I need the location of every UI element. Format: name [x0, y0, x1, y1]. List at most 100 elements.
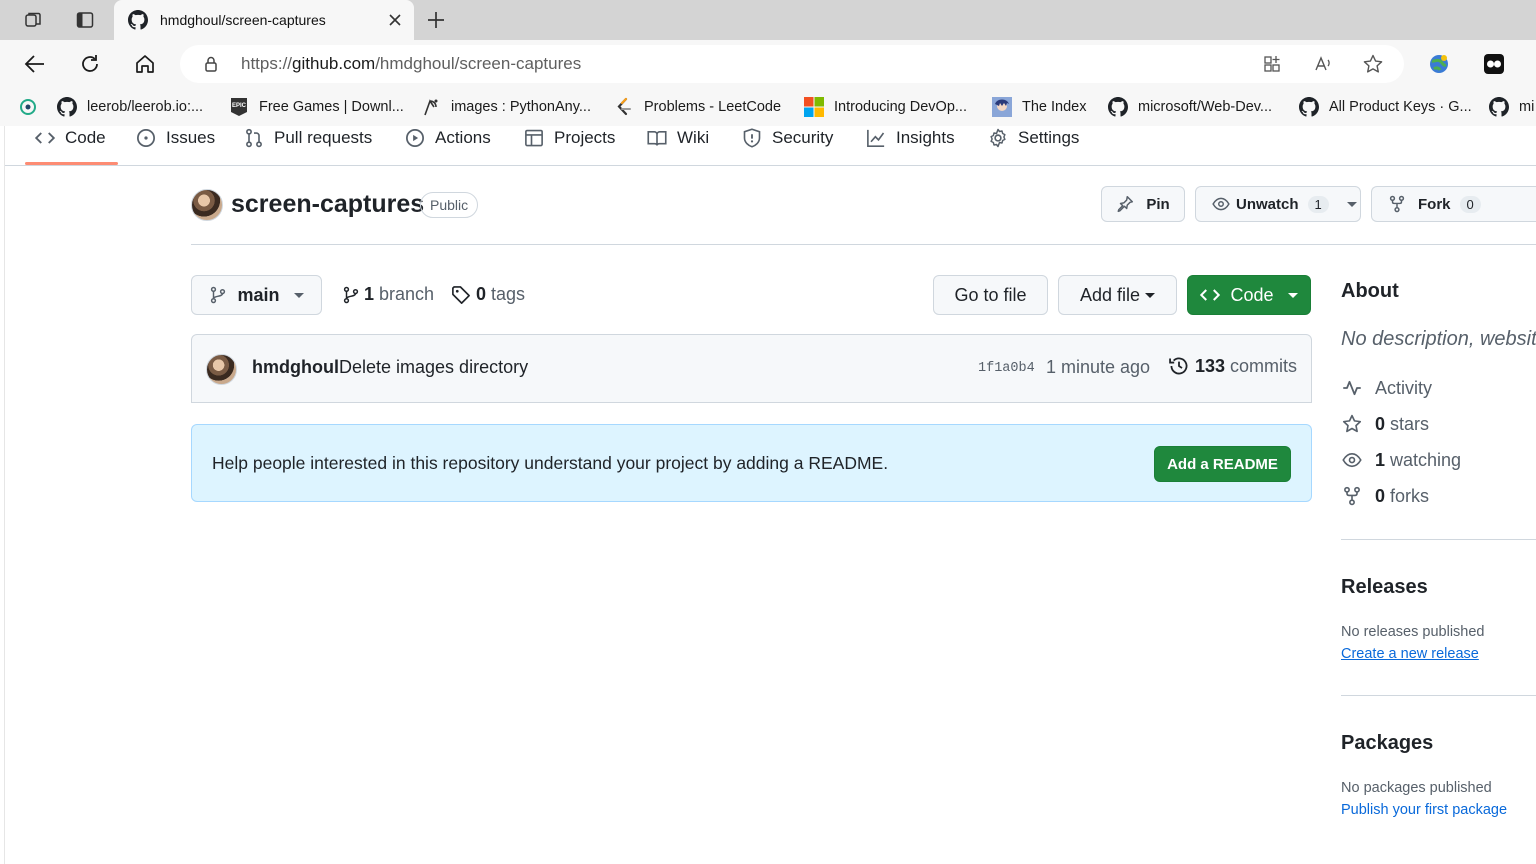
bookmark-devops[interactable]: Introducing DevOp...: [804, 97, 967, 117]
tab-projects[interactable]: Projects: [524, 126, 615, 150]
header-divider: [191, 244, 1536, 245]
bookmark-leetcode[interactable]: Problems - LeetCode: [614, 97, 781, 117]
commit-author[interactable]: hmdghoul: [252, 357, 339, 378]
watch-counter: 1: [1307, 195, 1329, 213]
readme-banner: Help people interested in this repositor…: [191, 424, 1312, 502]
pin-label: Pin: [1146, 195, 1170, 213]
workspaces-icon[interactable]: [17, 6, 49, 34]
branches-link[interactable]: 1 branch: [342, 284, 434, 305]
bookmark-product-keys[interactable]: All Product Keys · G...: [1299, 97, 1472, 117]
add-readme-label: Add a README: [1167, 455, 1278, 473]
favorite-star-icon[interactable]: [1361, 52, 1385, 76]
tab-insights[interactable]: Insights: [866, 126, 955, 150]
tags-link[interactable]: 0 tags: [451, 284, 525, 305]
bookmark-the-index[interactable]: The Index: [992, 97, 1087, 117]
vertical-tabs-icon[interactable]: [69, 6, 101, 34]
bookmark-epic-games[interactable]: EPIC Free Games | Downl...: [229, 97, 404, 117]
app-available-icon[interactable]: [1260, 52, 1284, 76]
add-file-button[interactable]: Add file: [1058, 275, 1177, 315]
commits-link[interactable]: 133 commits: [1168, 355, 1297, 377]
address-bar[interactable]: https://github.com/hmdghoul/screen-captu…: [180, 45, 1404, 83]
tag-icon: [451, 285, 471, 305]
publish-package-link[interactable]: Publish your first package: [1341, 802, 1507, 818]
browser-tab-active[interactable]: hmdghoul/screen-captures: [114, 0, 414, 40]
tab-settings[interactable]: Settings: [988, 126, 1079, 150]
tab-pull-requests[interactable]: Pull requests: [244, 126, 372, 150]
commit-author-avatar[interactable]: [206, 354, 237, 385]
watching-count: 1: [1375, 449, 1386, 470]
add-file-label: Add file: [1079, 284, 1141, 305]
pin-button[interactable]: Pin: [1101, 186, 1185, 222]
activity-link[interactable]: Activity: [1341, 377, 1432, 399]
book-icon: [647, 128, 667, 148]
watching-link[interactable]: 1 watching: [1341, 449, 1461, 471]
stars-link[interactable]: 0 stars: [1341, 413, 1429, 435]
commit-message[interactable]: Delete images directory: [339, 357, 528, 378]
new-tab-button[interactable]: [420, 5, 452, 35]
packages-title[interactable]: Packages: [1341, 732, 1433, 755]
sidebar-divider: [1341, 539, 1536, 540]
bookmarks-bar: leerob/leerob.io:... EPIC Free Games | D…: [0, 88, 1536, 126]
eye-icon: [1212, 195, 1230, 213]
bookmark-label: Free Games | Downl...: [259, 99, 404, 115]
add-readme-button[interactable]: Add a README: [1154, 446, 1291, 482]
bookmark-pythonanywhere[interactable]: images : PythonAny...: [421, 97, 591, 117]
bookmark-label: images : PythonAny...: [451, 99, 591, 115]
tab-security[interactable]: Security: [742, 126, 833, 150]
avatar[interactable]: [191, 189, 223, 221]
tab-code[interactable]: Code: [35, 126, 106, 150]
repo-name[interactable]: screen-captures: [231, 190, 424, 219]
lock-icon[interactable]: [202, 55, 220, 78]
github-icon: [57, 97, 77, 117]
pulse-icon: [1341, 377, 1363, 399]
bookmark-label: All Product Keys · G...: [1329, 99, 1472, 115]
extension-globe-icon[interactable]: [1425, 50, 1453, 78]
releases-title[interactable]: Releases: [1341, 576, 1428, 599]
bookmark-site-icon[interactable]: [18, 97, 38, 117]
branch-select-button[interactable]: main: [191, 275, 322, 315]
bookmark-leerob[interactable]: leerob/leerob.io:...: [57, 97, 203, 117]
tab-security-label: Security: [772, 128, 834, 147]
url-domain: github.com: [292, 54, 376, 73]
refresh-button[interactable]: [74, 48, 106, 80]
home-icon: [136, 55, 154, 73]
extension-dark-icon[interactable]: [1480, 50, 1508, 78]
github-icon: [1108, 97, 1128, 117]
close-tab-icon[interactable]: [380, 5, 410, 35]
tab-pulls-label: Pull requests: [274, 128, 373, 147]
forks-count: 0: [1375, 485, 1386, 506]
back-button[interactable]: [19, 48, 51, 80]
tab-issues[interactable]: Issues: [136, 126, 215, 150]
tab-wiki[interactable]: Wiki: [647, 126, 709, 150]
branch-count: 1: [364, 284, 375, 304]
chevron-down-icon: [1145, 292, 1156, 298]
forks-link[interactable]: 0 forks: [1341, 485, 1429, 507]
branch-label: branch: [379, 284, 435, 304]
browser-toolbar: https://github.com/hmdghoul/screen-captu…: [0, 40, 1536, 88]
repo-sidebar: About No description, website Activity 0…: [1341, 126, 1536, 864]
tab-actions[interactable]: Actions: [405, 126, 491, 150]
create-release-link[interactable]: Create a new release: [1341, 646, 1479, 662]
bookmark-label: The Index: [1022, 99, 1087, 115]
unwatch-button[interactable]: Unwatch 1: [1195, 186, 1361, 222]
anime-icon: [992, 97, 1012, 117]
home-button[interactable]: [129, 48, 161, 80]
tab-title: hmdghoul/screen-captures: [160, 12, 326, 28]
bookmark-label: microsoft/Web-Dev...: [1138, 99, 1273, 115]
github-icon: [128, 10, 148, 30]
go-to-file-button[interactable]: Go to file: [933, 275, 1048, 315]
read-aloud-icon[interactable]: [1311, 52, 1335, 76]
code-button[interactable]: Code: [1187, 275, 1311, 315]
code-icon: [1200, 285, 1221, 305]
visibility-badge: Public: [420, 192, 479, 218]
table-icon: [524, 128, 544, 148]
commit-sha[interactable]: 1f1a0b4: [978, 361, 1035, 376]
bookmark-web-dev[interactable]: microsoft/Web-Dev...: [1108, 97, 1272, 117]
tab-code-label: Code: [65, 128, 106, 147]
graph-icon: [866, 128, 886, 148]
packages-empty-text: No packages published: [1341, 780, 1492, 796]
repo-header: screen-captures Public Pin Unwatch 1 For…: [191, 186, 1536, 246]
issue-icon: [136, 128, 156, 148]
sidebar-divider: [1341, 695, 1536, 696]
bookmark-more[interactable]: mi: [1489, 97, 1534, 117]
